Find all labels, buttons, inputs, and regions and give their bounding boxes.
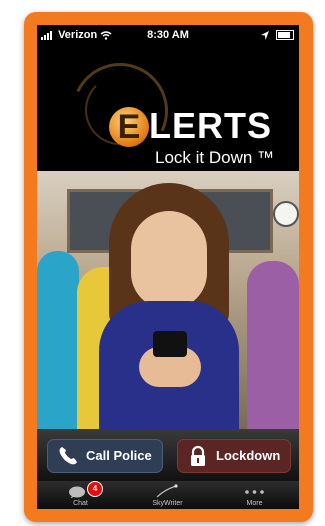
device-frame: Verizon 8:30 AM E LERTS Lock it Down ™ C… [24, 12, 313, 522]
tab-more-label: More [246, 500, 263, 507]
call-police-label: Call Police [86, 448, 152, 463]
tab-more[interactable]: More [211, 481, 298, 509]
lock-icon [191, 445, 205, 466]
more-icon [245, 490, 264, 494]
tab-skywriter-label: SkyWriter [152, 500, 183, 507]
app-screen: Verizon 8:30 AM E LERTS Lock it Down ™ C… [37, 25, 299, 509]
action-bar: Call Police Lockdown [37, 429, 299, 481]
logo-brand: LERTS [149, 105, 273, 146]
smartphone [153, 331, 187, 357]
status-time: 8:30 AM [147, 29, 189, 41]
chat-badge: 4 [87, 481, 103, 497]
teacher-face [131, 211, 207, 309]
tab-chat[interactable]: 4 Chat [37, 481, 124, 509]
hero-photo [37, 171, 299, 429]
child-figure [247, 261, 299, 429]
call-police-button[interactable]: Call Police [47, 439, 163, 473]
location-icon [260, 30, 269, 40]
lockdown-label: Lockdown [216, 448, 281, 463]
tab-skywriter[interactable]: SkyWriter [124, 481, 211, 509]
tab-bar: 4 Chat SkyWriter More [37, 481, 299, 509]
chat-icon [69, 486, 85, 498]
skywriter-icon [156, 484, 178, 498]
logo-tagline: Lock it Down ™ [155, 148, 275, 167]
battery-icon [276, 30, 294, 41]
status-right [260, 29, 294, 41]
wall-clock [273, 201, 299, 227]
tab-chat-label: Chat [73, 500, 88, 507]
status-bar: Verizon 8:30 AM [37, 25, 299, 45]
logo-header: E LERTS Lock it Down ™ [37, 45, 299, 173]
phone-icon [59, 447, 77, 465]
child-figure [37, 251, 79, 429]
lockdown-button[interactable]: Lockdown [177, 439, 291, 473]
logo-e-icon: E [109, 107, 149, 147]
